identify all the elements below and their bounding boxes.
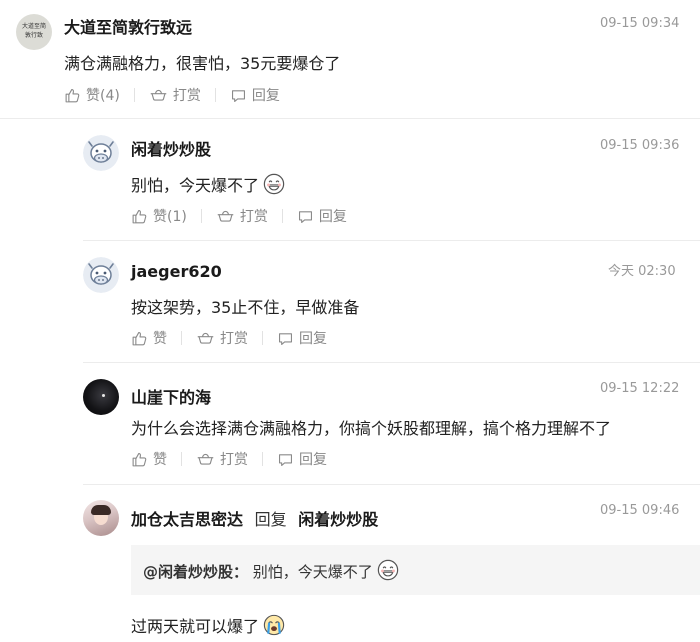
reply-text-body: 别怕，今天爆不了 (131, 176, 260, 195)
speech-bubble-icon (277, 451, 294, 468)
reply-actions: 赞 打赏 回复 (131, 328, 327, 348)
speech-bubble-icon (297, 208, 314, 225)
avatar[interactable] (83, 135, 119, 171)
like-label: 赞 (153, 331, 167, 347)
ingot-icon (196, 452, 215, 466)
reward-button[interactable]: 打赏 (196, 328, 248, 348)
like-button[interactable]: 赞 (131, 449, 167, 469)
reply-author[interactable]: jaeger620 (131, 262, 222, 281)
reward-button[interactable]: 打赏 (149, 85, 201, 105)
speech-bubble-icon (230, 87, 247, 104)
reply-time: 09-15 12:22 (600, 381, 680, 396)
action-divider (281, 209, 283, 223)
reply-time: 09-15 09:36 (600, 138, 680, 153)
quoted-text: @闲着炒炒股： 别怕，今天爆不了 (143, 559, 399, 582)
speech-bubble-icon (277, 330, 294, 347)
divider (83, 484, 700, 485)
divider (83, 362, 700, 363)
reply-label: 回复 (251, 88, 280, 104)
reward-label: 打赏 (239, 209, 268, 225)
reply-word: 回复 (254, 510, 287, 529)
reward-label: 打赏 (220, 331, 248, 347)
action-divider (200, 209, 202, 223)
action-divider (262, 452, 263, 466)
action-divider (262, 331, 263, 345)
thumbs-up-icon (131, 208, 148, 225)
avatar-hair (91, 505, 111, 515)
grinning-face-emoji (263, 173, 285, 195)
avatar[interactable]: 大道至简 敦行致 (16, 14, 52, 50)
ingot-icon (216, 209, 235, 223)
grinning-face-emoji (377, 559, 399, 581)
reward-label: 打赏 (172, 88, 201, 104)
reply-author[interactable]: 闲着炒炒股 (131, 136, 211, 160)
reply-text: 为什么会选择满仓满融格力，你搞个妖股都理解，搞个格力理解不了 (131, 419, 612, 438)
like-label: 赞(4) (86, 88, 120, 104)
comment-actions: 赞(4) 打赏 回复 (64, 85, 280, 105)
reply-button[interactable]: 回复 (230, 85, 280, 105)
divider (0, 118, 700, 119)
reply-author[interactable]: 山崖下的海 (131, 384, 211, 408)
reply-text: 别怕，今天爆不了 (131, 172, 285, 196)
action-divider (133, 88, 135, 102)
like-button[interactable]: 赞 (131, 328, 167, 348)
quoted-comment: @闲着炒炒股： 别怕，今天爆不了 (131, 545, 700, 595)
reply-text: 按这架势，35止不住，早做准备 (131, 298, 360, 317)
comment-author[interactable]: 大道至简敦行致远 (64, 14, 192, 38)
crying-face-emoji (263, 614, 285, 636)
reply-text-body: 过两天就可以爆了 (131, 617, 260, 636)
avatar-calligraphy: 大道至简 敦行致 (21, 23, 46, 39)
reply-actions: 赞(1) 打赏 回复 (131, 206, 347, 226)
avatar[interactable] (83, 379, 119, 415)
reply-button[interactable]: 回复 (277, 328, 327, 348)
reward-label: 打赏 (220, 452, 248, 468)
reply-actions: 赞 打赏 回复 (131, 449, 327, 469)
reply-button[interactable]: 回复 (277, 449, 327, 469)
thumbs-up-icon (131, 451, 148, 468)
like-button[interactable]: 赞(4) (64, 85, 120, 105)
divider (83, 240, 700, 241)
like-button[interactable]: 赞(1) (131, 206, 187, 226)
thumbs-up-icon (64, 87, 81, 104)
avatar[interactable] (83, 500, 119, 536)
reply-button[interactable]: 回复 (297, 206, 347, 226)
moon-dot (102, 394, 105, 397)
ingot-icon (196, 331, 215, 345)
action-divider (181, 331, 182, 345)
action-divider (214, 88, 216, 102)
reply-author[interactable]: 加仓太吉思密达 (131, 510, 243, 529)
avatar[interactable] (83, 257, 119, 293)
reply-time: 今天 02:30 (608, 264, 676, 279)
like-label: 赞(1) (153, 209, 187, 225)
reply-label: 回复 (299, 452, 327, 468)
reward-button[interactable]: 打赏 (196, 449, 248, 469)
thumbs-up-icon (131, 330, 148, 347)
reply-time: 09-15 09:46 (600, 503, 680, 518)
reply-text: 过两天就可以爆了 (131, 613, 285, 637)
action-divider (181, 452, 182, 466)
comment-text: 满仓满融格力，很害怕，35元要爆仓了 (64, 54, 341, 73)
reply-header: 加仓太吉思密达 回复 闲着炒炒股 (131, 506, 378, 530)
reward-button[interactable]: 打赏 (216, 206, 268, 226)
ingot-icon (149, 88, 168, 102)
reply-target-author[interactable]: 闲着炒炒股 (298, 510, 378, 529)
quoted-body: 别怕，今天爆不了 (252, 563, 373, 581)
quoted-author[interactable]: @闲着炒炒股： (143, 563, 248, 581)
reply-label: 回复 (318, 209, 347, 225)
reply-label: 回复 (299, 331, 327, 347)
like-label: 赞 (153, 452, 167, 468)
comment-time: 09-15 09:34 (600, 16, 680, 31)
